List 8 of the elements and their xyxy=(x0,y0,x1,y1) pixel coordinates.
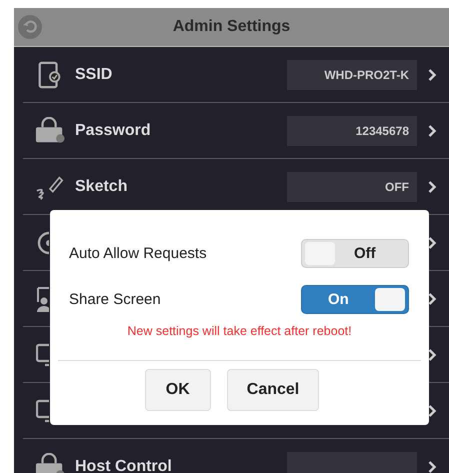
setting-label: SSID xyxy=(75,66,112,84)
toggle-label: Auto Allow Requests xyxy=(69,244,207,262)
setting-label: Password xyxy=(75,122,151,140)
setting-label: Sketch xyxy=(75,178,128,196)
setting-label: Host Control xyxy=(75,458,172,473)
toggle-label: Share Screen xyxy=(69,290,161,308)
screen-title: Admin Settings xyxy=(172,18,290,36)
warning-message: New settings will take effect after reboot! xyxy=(126,324,353,338)
